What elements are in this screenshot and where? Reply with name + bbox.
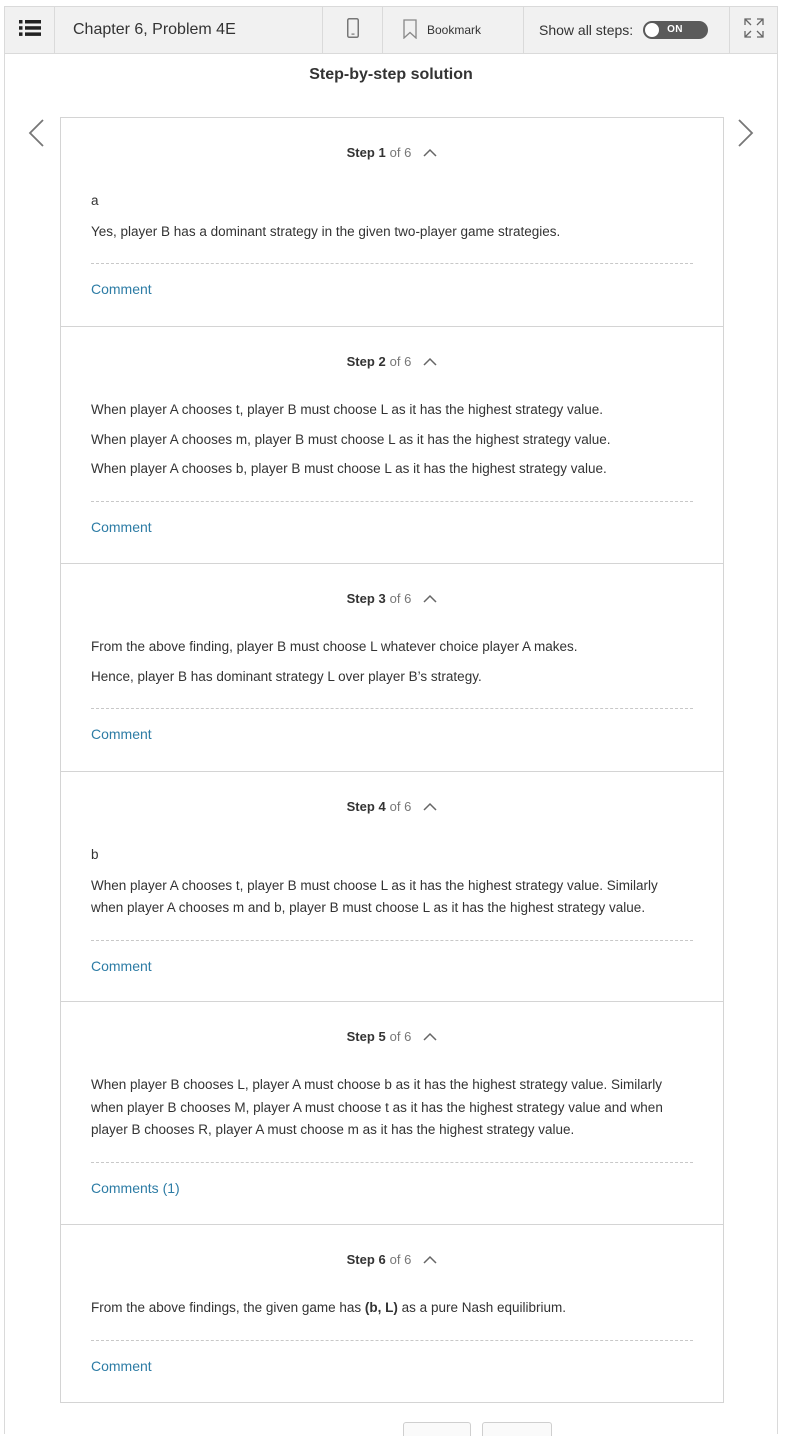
step-of-total: of 6 <box>389 1029 412 1044</box>
step-number: 5 <box>378 1029 386 1044</box>
step-body: From the above finding, player B must ch… <box>91 608 693 747</box>
bookmark-button[interactable]: Bookmark <box>383 7 524 53</box>
divider <box>91 1339 693 1341</box>
collapse-caret-icon[interactable] <box>423 1252 437 1267</box>
step-5: Step 5 of 6 When player B chooses L, play… <box>61 1002 723 1225</box>
step-paragraph: Hence, player B has dominant strategy L … <box>91 668 482 684</box>
show-all-steps-control: Show all steps: ON <box>524 7 730 53</box>
step-body: When player A chooses t, player B must c… <box>91 371 693 539</box>
step-number: 1 <box>378 145 386 160</box>
comment-link[interactable]: Comment <box>91 955 152 978</box>
show-all-steps-label: Show all steps: <box>539 22 634 38</box>
collapse-caret-icon[interactable] <box>423 354 437 369</box>
step-header[interactable]: Step 2 of 6 <box>91 327 693 371</box>
collapse-caret-icon[interactable] <box>423 799 437 814</box>
step-6: Step 6 of 6 From the above findings, the … <box>61 1225 723 1403</box>
step-paragraph: From the above finding, player B must ch… <box>91 639 578 654</box>
comment-link[interactable]: Comment <box>91 723 152 746</box>
text-segment: as a pure Nash equilibrium. <box>397 1300 567 1315</box>
step-3: Step 3 of 6 From the above finding, playe… <box>61 564 723 772</box>
mobile-view-button[interactable] <box>323 7 383 53</box>
step-paragraph: When player A chooses m, player B must c… <box>91 431 611 447</box>
step-header[interactable]: Step 3 of 6 <box>91 564 693 608</box>
expand-button[interactable] <box>730 7 777 53</box>
step-number: 6 <box>378 1252 386 1267</box>
step-word: Step <box>346 591 375 606</box>
collapse-caret-icon[interactable] <box>423 1029 437 1044</box>
step-paragraph: From the above findings, the given game … <box>91 1297 693 1320</box>
next-arrow-icon[interactable] <box>735 118 755 153</box>
step-word: Step <box>346 1252 375 1267</box>
divider <box>91 263 693 264</box>
step-paragraph: When player A chooses t, player B must c… <box>91 402 604 417</box>
divider <box>91 708 693 709</box>
top-toolbar: Chapter 6, Problem 4E Bookmark Show all … <box>4 6 778 54</box>
rating-thumbs-down-button[interactable] <box>482 1422 552 1436</box>
step-header[interactable]: Step 6 of 6 <box>91 1225 693 1269</box>
solution-title: Step-by-step solution <box>309 66 473 83</box>
step-body: a Yes, player B has a dominant strategy … <box>91 162 693 302</box>
step-of-total: of 6 <box>389 591 412 606</box>
collapse-caret-icon[interactable] <box>423 145 437 160</box>
solution-panel: Step-by-step solution Step 1 of 6 a Yes, … <box>4 54 778 1436</box>
part-label: a <box>91 193 99 208</box>
bookmark-icon <box>403 18 417 42</box>
toggle-knob <box>644 22 661 38</box>
divider <box>91 939 693 941</box>
text-segment: From the above findings, the given game … <box>91 1300 365 1315</box>
divider <box>91 500 693 502</box>
step-paragraph: When player B chooses L, player A must c… <box>91 1077 663 1137</box>
show-all-steps-toggle[interactable]: ON <box>643 21 709 39</box>
step-number: 2 <box>378 354 386 369</box>
step-word: Step <box>346 354 375 369</box>
step-body: b When player A chooses t, player B must… <box>91 816 693 978</box>
bookmark-label: Bookmark <box>427 23 482 37</box>
step-number: 3 <box>378 591 386 606</box>
step-word: Step <box>346 145 375 160</box>
step-of-total: of 6 <box>389 799 412 814</box>
chapter-title: Chapter 6, Problem 4E <box>55 7 323 53</box>
step-number: 4 <box>378 799 386 814</box>
step-4: Step 4 of 6 b When player A chooses t, pl… <box>61 772 723 1002</box>
list-menu-icon <box>18 19 41 41</box>
step-paragraph: Yes, player B has a dominant strategy in… <box>91 223 561 239</box>
step-word: Step <box>346 799 375 814</box>
collapse-caret-icon[interactable] <box>423 591 437 606</box>
step-header[interactable]: Step 1 of 6 <box>91 118 693 162</box>
step-of-total: of 6 <box>389 1252 412 1267</box>
step-header[interactable]: Step 5 of 6 <box>91 1002 693 1046</box>
comments-link[interactable]: Comments (1) <box>91 1177 180 1200</box>
previous-arrow-icon[interactable] <box>27 118 47 153</box>
step-paragraph: When player A chooses b, player B must c… <box>91 461 607 476</box>
step-header[interactable]: Step 4 of 6 <box>91 772 693 816</box>
step-paragraph: When player A chooses t, player B must c… <box>91 877 658 916</box>
step-body: From the above findings, the given game … <box>91 1269 693 1378</box>
step-of-total: of 6 <box>389 145 412 160</box>
step-of-total: of 6 <box>389 354 412 369</box>
equilibrium-value: (b, L) <box>364 1300 398 1315</box>
step-body: When player B chooses L, player A must c… <box>91 1046 693 1200</box>
step-word: Step <box>346 1029 375 1044</box>
expand-fullscreen-icon <box>743 17 765 44</box>
comment-link[interactable]: Comment <box>91 278 152 301</box>
comment-link[interactable]: Comment <box>91 516 152 539</box>
part-label: b <box>91 847 99 862</box>
step-2: Step 2 of 6 When player A chooses t, play… <box>61 327 723 564</box>
toggle-state-text: ON <box>667 24 683 35</box>
comment-link[interactable]: Comment <box>91 1355 152 1378</box>
divider <box>91 1161 693 1163</box>
steps-list: Step 1 of 6 a Yes, player B has a dominan… <box>60 117 724 1403</box>
mobile-phone-icon <box>346 17 359 43</box>
menu-button[interactable] <box>5 7 55 53</box>
step-1: Step 1 of 6 a Yes, player B has a dominan… <box>61 118 723 327</box>
rating-thumbs-up-button[interactable] <box>403 1422 471 1436</box>
